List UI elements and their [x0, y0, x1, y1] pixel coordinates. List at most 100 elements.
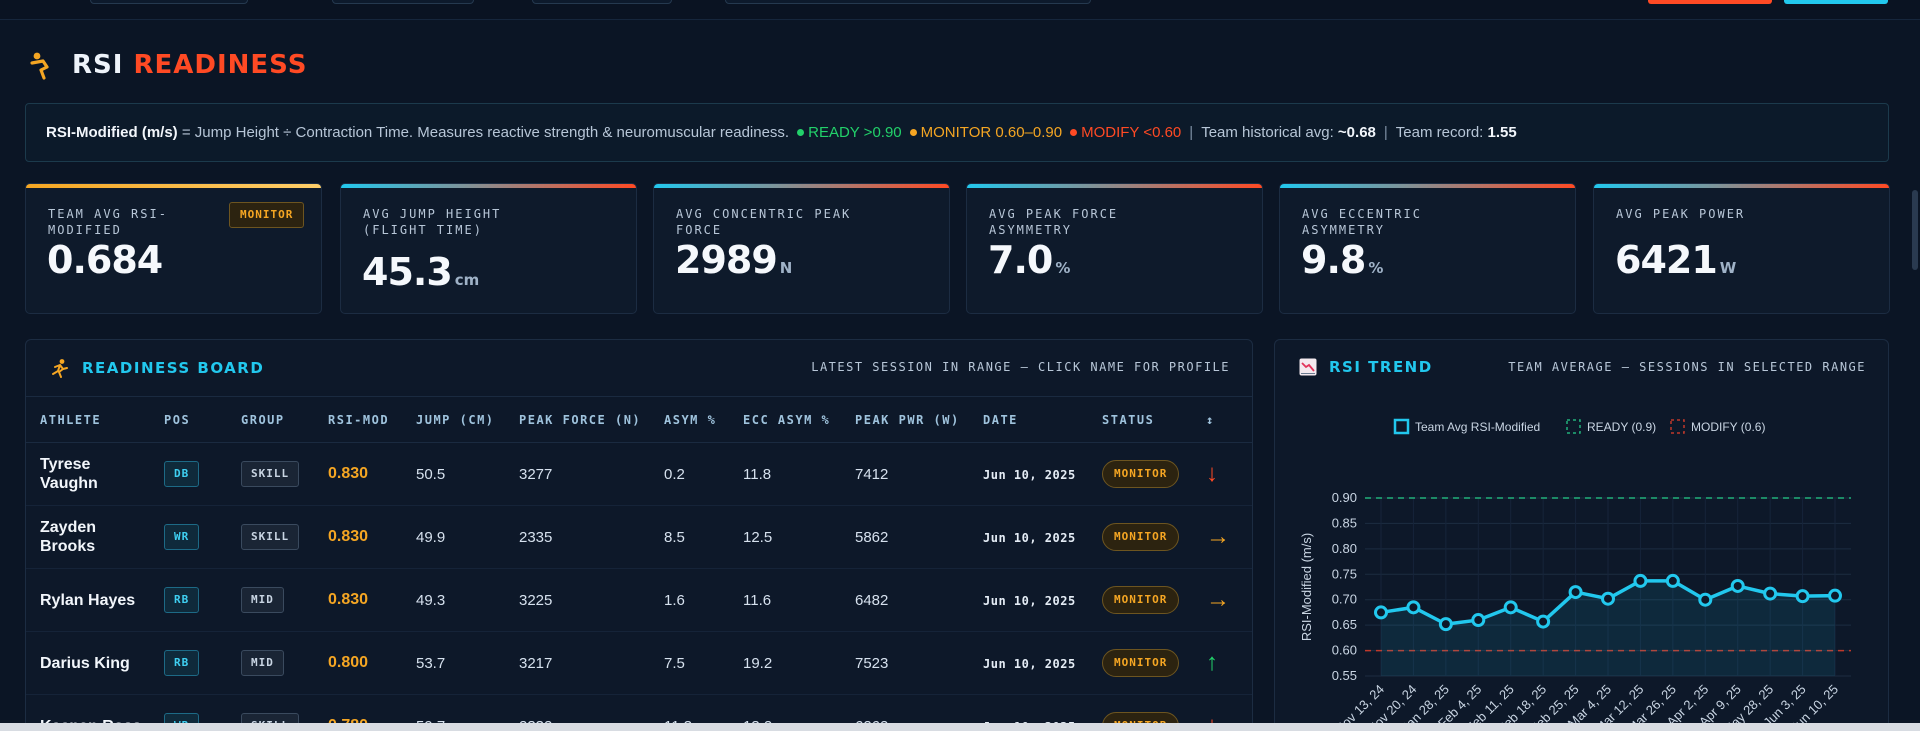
kpi-value: 7.0%: [988, 238, 1070, 282]
metric-definition: = Jump Height ÷ Contraction Time. Measur…: [177, 124, 790, 141]
kpi-number: 45.3: [362, 250, 453, 294]
asym-value: 8.5: [664, 528, 685, 546]
panel-header: RSI TREND TEAM AVERAGE — SESSIONS IN SEL…: [1275, 340, 1888, 396]
table-cell: Zayden Brooks: [26, 505, 150, 569]
table-row[interactable]: Darius King RB MID 0.800 53.7 3217 7.5 19.2 7523…: [26, 631, 1252, 695]
table-cell: Darius King: [26, 631, 150, 695]
table-cell: 5862: [841, 505, 969, 569]
kpi-number: 0.684: [47, 238, 163, 282]
panel-title: READINESS BOARD: [50, 358, 264, 378]
col-pos[interactable]: POS: [150, 396, 227, 443]
col-ecc-asym[interactable]: ECC ASYM %: [729, 396, 841, 443]
y-tick-label: 0.90: [1332, 490, 1357, 505]
power-value: 6482: [855, 591, 889, 609]
col-force[interactable]: PEAK FORCE (N): [505, 396, 650, 443]
col-sort[interactable]: ↕: [1192, 396, 1252, 443]
power-value: 5862: [855, 528, 889, 546]
table-cell: Tyrese Vaughn: [26, 442, 150, 506]
athlete-name[interactable]: Zayden Brooks: [40, 519, 96, 555]
asym-value: 0.2: [664, 465, 685, 483]
monitor-threshold: MONITOR 0.60–0.90: [920, 124, 1063, 141]
y-tick-label: 0.85: [1332, 515, 1357, 530]
kpi-label: AVG PEAK FORCE ASYMMETRY: [989, 207, 1119, 237]
athlete-name[interactable]: Darius King: [40, 655, 130, 672]
col-group[interactable]: GROUP: [227, 396, 314, 443]
table-cell: 12.5: [729, 505, 841, 569]
panel-title-text: READINESS BOARD: [82, 359, 265, 377]
status-badge: MONITOR: [1102, 649, 1180, 677]
kpi-number: 2989: [675, 238, 778, 282]
table-cell: 2335: [505, 505, 650, 569]
trend-arrow-icon: ↓: [1206, 460, 1218, 487]
modify-threshold: MODIFY <0.60: [1081, 124, 1182, 141]
table-cell: RB: [150, 631, 227, 695]
rsi-trend-chart: Team Avg RSI-Modified READY (0.9) MODIFY (…: [1299, 418, 1851, 731]
table-cell: ↑: [1192, 631, 1252, 695]
filter-field[interactable]: [532, 0, 672, 4]
position-badge: RB: [164, 650, 200, 676]
kpi-accent-bar: [1594, 184, 1889, 188]
vertical-scrollbar[interactable]: [1912, 190, 1918, 270]
group-badge: MID: [241, 587, 284, 613]
data-point: [1665, 573, 1680, 588]
table-cell: RB: [150, 568, 227, 632]
data-point: [1471, 613, 1486, 628]
table-cell: MONITOR: [1088, 568, 1192, 632]
data-point: [1828, 588, 1842, 603]
force-value: 3277: [519, 465, 553, 483]
runner-icon: [52, 359, 68, 378]
data-point: [1503, 600, 1518, 615]
col-athlete[interactable]: ATHLETE: [26, 396, 150, 443]
force-value: 2335: [519, 528, 553, 546]
filter-field[interactable]: [332, 0, 474, 4]
table-cell: DB: [150, 442, 227, 506]
athlete-name[interactable]: Tyrese Vaughn: [40, 456, 98, 492]
kpi-number: 7.0: [988, 238, 1053, 282]
data-point: [1698, 592, 1713, 607]
action-button[interactable]: [1648, 0, 1772, 4]
table-cell: 11.6: [729, 568, 841, 632]
jump-value: 49.3: [416, 591, 446, 609]
data-point: [1568, 585, 1583, 600]
col-asym[interactable]: ASYM %: [650, 396, 729, 443]
rsi-trend-panel: RSI TREND TEAM AVERAGE — SESSIONS IN SEL…: [1274, 339, 1889, 731]
col-status[interactable]: STATUS: [1088, 396, 1192, 443]
filter-field[interactable]: [90, 0, 248, 4]
horizontal-scrollbar[interactable]: [0, 723, 1920, 731]
data-point: [1536, 614, 1551, 629]
col-power[interactable]: PEAK PWR (W): [841, 396, 969, 443]
table-row[interactable]: Zayden Brooks WR SKILL 0.830 49.9 2335 8.5 12.5…: [26, 505, 1252, 569]
data-point: [1795, 589, 1810, 604]
col-jump[interactable]: JUMP (CM): [402, 396, 505, 443]
kpi-card-jump: AVG JUMP HEIGHT (FLIGHT TIME) 45.3 cm: [340, 183, 637, 314]
action-button[interactable]: [1784, 0, 1888, 4]
ready-threshold: READY >0.90: [808, 124, 902, 141]
y-tick-label: 0.55: [1332, 668, 1357, 683]
athlete-name[interactable]: Rylan Hayes: [40, 592, 135, 609]
group-badge: MID: [241, 650, 284, 676]
kpi-label: AVG PEAK POWER: [1616, 207, 1746, 221]
group-badge: SKILL: [241, 461, 300, 487]
col-rsi[interactable]: RSI-MOD: [314, 396, 402, 443]
table-cell: 3217: [505, 631, 650, 695]
kpi-unit: %: [1055, 259, 1071, 277]
panel-header: READINESS BOARD LATEST SESSION IN RANGE …: [26, 340, 1252, 396]
filter-field[interactable]: [725, 0, 1091, 4]
table-row[interactable]: Rylan Hayes RB MID 0.830 49.3 3225 1.6 11.6 6482…: [26, 568, 1252, 632]
legend-swatch: [1566, 419, 1581, 434]
kpi-value: 2989 N: [675, 238, 792, 282]
jump-value: 53.7: [416, 654, 446, 672]
y-axis-label: RSI-Modified (m/s): [1299, 533, 1314, 641]
table-cell: ↓: [1192, 442, 1252, 506]
col-date[interactable]: DATE: [969, 396, 1088, 443]
table-cell: Jun 10, 2025: [969, 631, 1088, 695]
ecc-asym-value: 19.2: [743, 654, 773, 672]
table-row[interactable]: Tyrese Vaughn DB SKILL 0.830 50.5 3277 0.2 11.8…: [26, 442, 1252, 506]
page-header: RSI READINESS: [28, 48, 307, 82]
kpi-value: 9.8%: [1301, 238, 1383, 282]
hist-label: Team historical avg:: [1201, 124, 1338, 141]
table-cell: 0.830: [314, 505, 402, 569]
table-cell: 19.2: [729, 631, 841, 695]
asym-value: 7.5: [664, 654, 685, 672]
session-date: Jun 10, 2025: [983, 530, 1076, 545]
